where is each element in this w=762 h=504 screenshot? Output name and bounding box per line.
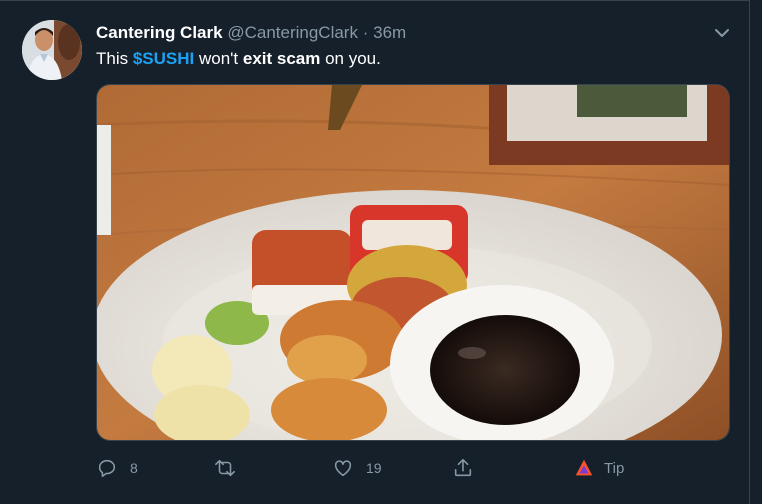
like-count: 19 (366, 460, 382, 476)
cashtag-link[interactable]: $SUSHI (133, 49, 194, 68)
tweet-actions: 8 19 Tip (96, 453, 656, 483)
tweet-text-part: This (96, 49, 133, 68)
tweet-text: This $SUSHI won't exit scam on you. (96, 48, 381, 70)
author-name[interactable]: Cantering Clark (96, 23, 223, 42)
tweet-text-bold: exit scam (242, 49, 321, 68)
tweet-card[interactable]: Cantering Clark @CanteringClark · 36m Th… (0, 0, 750, 504)
separator-dot: · (362, 23, 369, 42)
tweet-photo[interactable] (96, 84, 730, 441)
reply-count: 8 (130, 460, 138, 476)
brave-tip-icon (575, 459, 593, 476)
sushi-photo (97, 85, 729, 440)
avatar-image (22, 20, 82, 80)
share-button[interactable] (452, 453, 474, 483)
author-handle[interactable]: @CanteringClark (227, 23, 358, 42)
tweet-text-part: on you. (320, 49, 381, 68)
avatar[interactable] (22, 20, 82, 80)
retweet-icon (215, 459, 235, 477)
heart-icon (334, 460, 352, 477)
share-icon (454, 458, 472, 477)
reply-button[interactable]: 8 (96, 453, 138, 483)
tweet-menu-button[interactable] (710, 21, 734, 45)
like-button[interactable]: 19 (332, 453, 382, 483)
tip-label: Tip (604, 459, 625, 477)
tip-button[interactable]: Tip (573, 453, 624, 483)
tweet-header: Cantering Clark @CanteringClark · 36m (96, 22, 406, 44)
tweet-timestamp[interactable]: 36m (373, 23, 406, 42)
retweet-button[interactable] (214, 453, 248, 483)
reply-icon (98, 459, 116, 478)
chevron-down-icon (715, 29, 729, 37)
tweet-text-part: won't (194, 49, 243, 68)
